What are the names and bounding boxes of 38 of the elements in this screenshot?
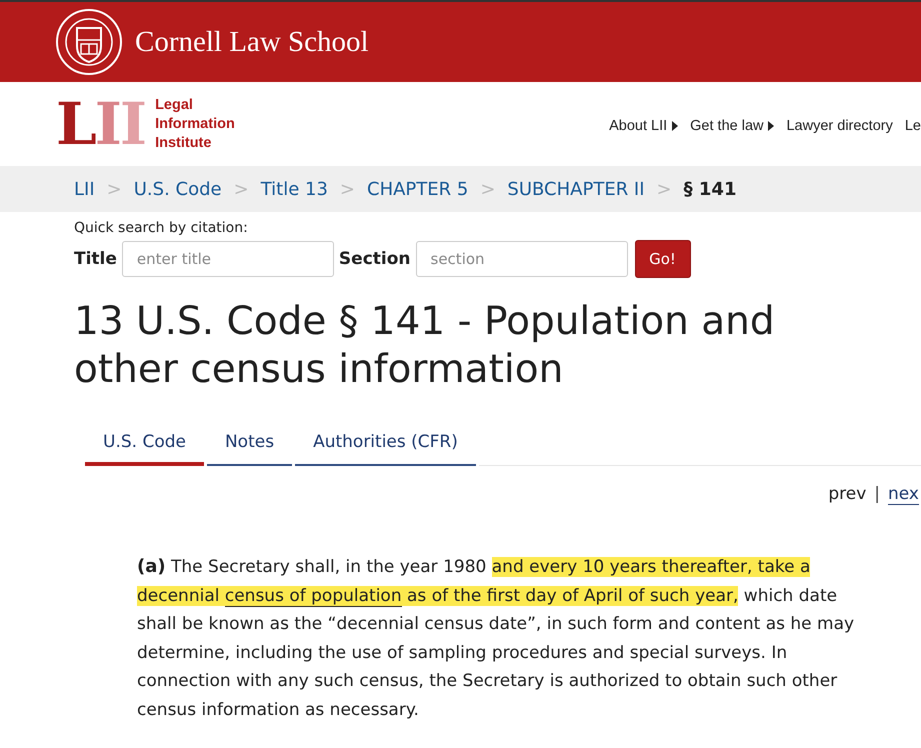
breadcrumb-separator: >: [480, 178, 496, 200]
breadcrumb-link[interactable]: SUBCHAPTER II: [507, 178, 645, 200]
prev-link[interactable]: prev: [828, 484, 866, 505]
caret-icon: [768, 121, 774, 131]
school-name[interactable]: Cornell Law School: [135, 26, 369, 58]
institute-name: Information: [155, 114, 235, 134]
go-button[interactable]: Go!: [634, 240, 691, 278]
nav-link[interactable]: Lawyer directory: [786, 118, 893, 134]
nav-link[interactable]: Get the law: [690, 118, 774, 134]
breadcrumb-link[interactable]: Title 13: [260, 178, 328, 200]
institute-name: Institute: [155, 134, 212, 152]
caret-icon: [672, 121, 678, 131]
tab[interactable]: Authorities (CFR): [295, 422, 476, 466]
breadcrumb-link[interactable]: U.S. Code: [134, 178, 222, 200]
nav-link[interactable]: Le: [904, 118, 921, 134]
census-link[interactable]: census of population: [224, 586, 402, 606]
next-link[interactable]: nex: [888, 484, 919, 505]
breadcrumb-separator: >: [656, 178, 672, 200]
quick-search-heading: Quick search by citation:: [74, 220, 249, 236]
tab[interactable]: Notes: [206, 422, 292, 466]
breadcrumb-separator: >: [106, 178, 122, 200]
lii-logo[interactable]: LII: [56, 95, 146, 153]
nav-link[interactable]: About LII: [609, 118, 678, 134]
institute-name: Legal: [155, 96, 194, 114]
breadcrumb-link[interactable]: LII: [74, 178, 95, 200]
breadcrumb-separator: >: [234, 178, 249, 200]
page-title: 13 U.S. Code § 141 - Population and other census information: [74, 298, 776, 394]
statute-paragraph: (a) The Secretary shall, in the year 1980 and every 10 years thereafter, take a decennial census of population as of the first day of April of such year, which date shall be known as the “decennial census date”, in such form and content as he may determine, including the use of sampling procedures and special surveys. In connection with any such census, the Secretary is authorized to obtain such other census information as necessary.: [137, 555, 856, 722]
section-input[interactable]: section: [416, 241, 628, 277]
tab[interactable]: U.S. Code: [85, 422, 204, 466]
pager-divider: |: [874, 484, 880, 505]
breadcrumb-link[interactable]: CHAPTER 5: [367, 178, 468, 200]
title-label: Title: [74, 249, 117, 269]
current-section: § 141: [684, 178, 736, 200]
university-seal-icon: [55, 8, 123, 76]
breadcrumb-separator: >: [340, 178, 355, 200]
title-input[interactable]: enter title: [122, 241, 334, 277]
section-label: Section: [338, 249, 411, 269]
